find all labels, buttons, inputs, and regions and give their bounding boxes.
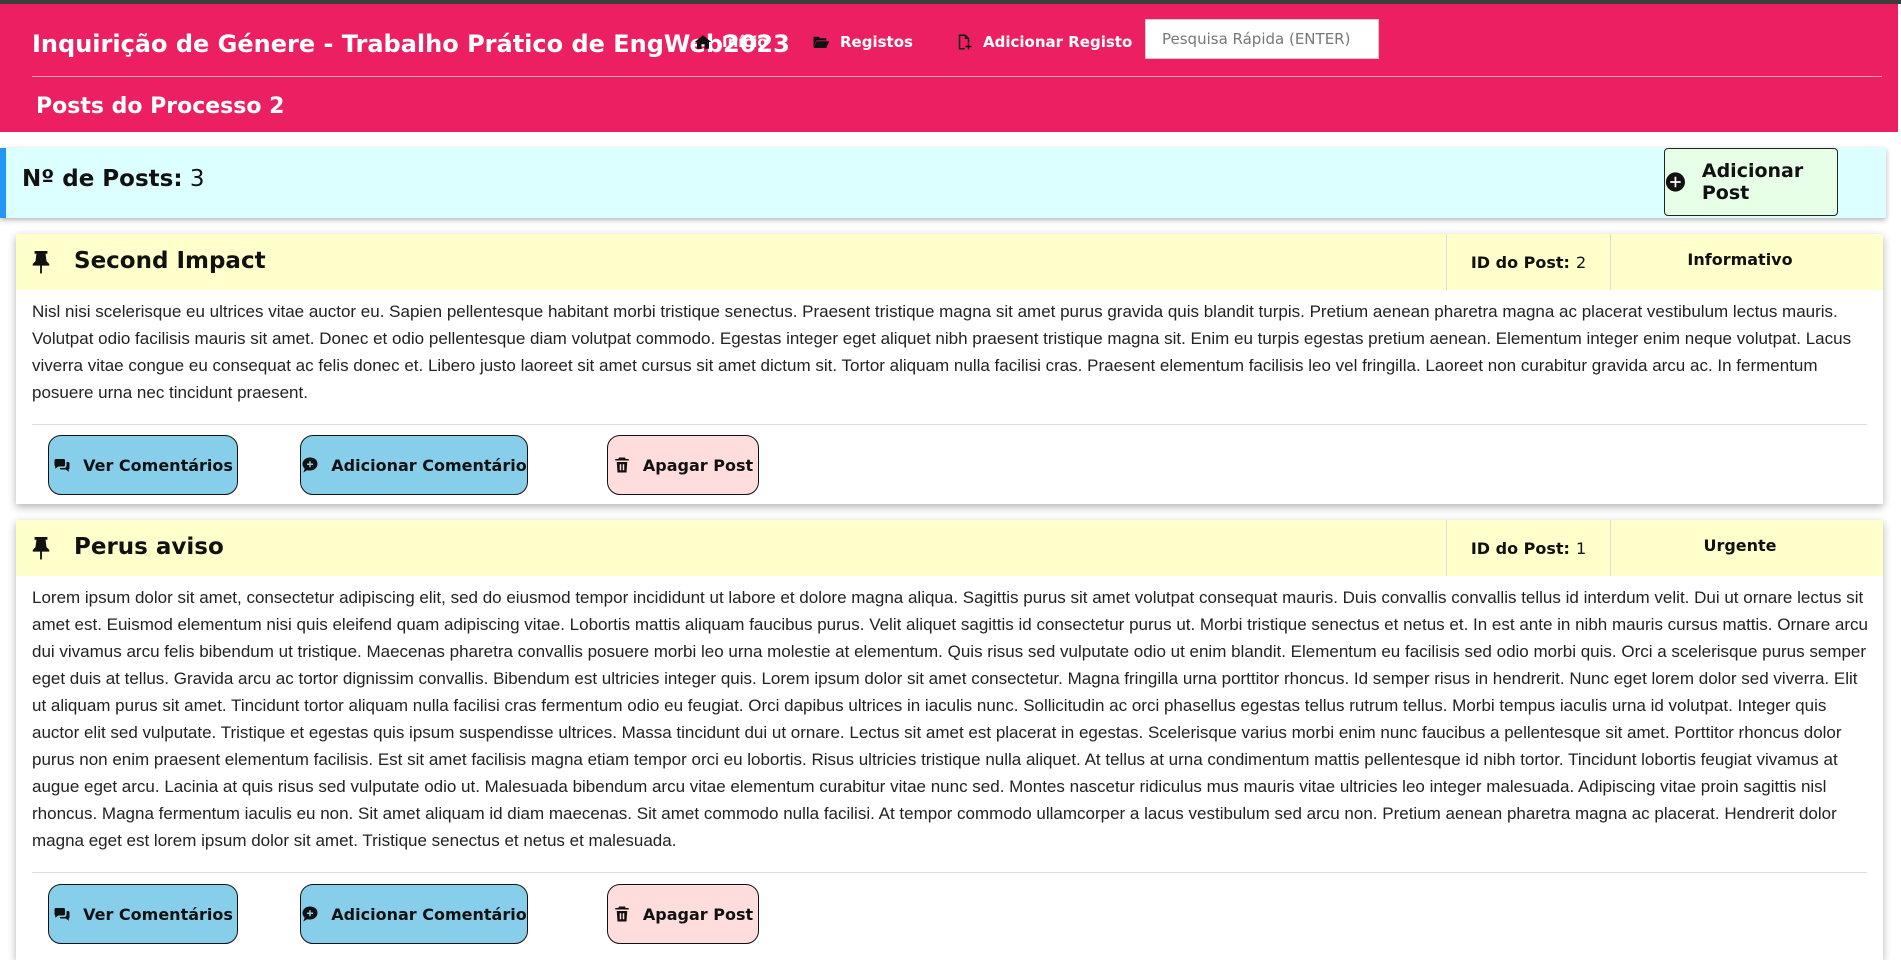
trash-icon (615, 906, 629, 922)
post-header: Perus aviso ID do Post: 1 Urgente (16, 520, 1883, 576)
post-card: Perus aviso ID do Post: 1 Urgente Lorem … (16, 520, 1883, 960)
quick-search-input[interactable] (1145, 19, 1379, 59)
navbar: Inquirição de Génere - Trabalho Prático … (0, 4, 1898, 132)
delete-post-label: Apagar Post (642, 904, 754, 924)
add-comment-label: Adicionar Comentário (331, 455, 527, 475)
comments-icon (54, 908, 70, 921)
pin-icon (32, 537, 50, 560)
delete-post-label: Apagar Post (642, 455, 754, 475)
comment-plus-icon (302, 457, 318, 473)
add-post-label: Adicionar Post (1701, 160, 1804, 204)
nav-link-adicionar-registo[interactable]: Adicionar Registo (955, 33, 1132, 51)
nav-link-label: Adicionar Registo (983, 33, 1133, 51)
post-divider (32, 872, 1867, 873)
nav-link-label: Registos (840, 33, 913, 51)
post-type: Informativo (1687, 250, 1793, 269)
post-divider (32, 424, 1867, 425)
post-card: Second Impact ID do Post: 2 Informativo … (16, 234, 1883, 504)
view-comments-label: Ver Comentários (83, 904, 233, 924)
post-count-label: Nº de Posts: (22, 166, 183, 192)
post-title: Perus aviso (74, 534, 224, 560)
post-type: Urgente (1703, 536, 1777, 555)
delete-post-button[interactable]: Apagar Post (607, 435, 759, 495)
add-post-button[interactable]: Adicionar Post (1664, 148, 1838, 216)
add-comment-button[interactable]: Adicionar Comentário (300, 884, 528, 944)
add-comment-button[interactable]: Adicionar Comentário (300, 435, 528, 495)
trash-icon (615, 457, 629, 473)
comments-icon (54, 459, 70, 472)
pin-icon (32, 251, 50, 274)
nav-link-inicio[interactable]: Início (694, 33, 768, 51)
post-id-label: ID do Post: (1470, 252, 1570, 272)
view-comments-button[interactable]: Ver Comentários (48, 435, 238, 495)
post-id: ID do Post: 2 (1446, 234, 1611, 290)
plus-circle-icon (1665, 172, 1686, 192)
post-count-bar: Nº de Posts: 3 (0, 148, 1886, 218)
post-body: Nisl nisi scelerisque eu ultrices vitae … (32, 302, 1852, 402)
post-id-value: 1 (1575, 538, 1587, 558)
post-count-value: 3 (189, 166, 205, 192)
post-count: Nº de Posts: 3 (22, 166, 204, 192)
post-id-label: ID do Post: (1470, 538, 1570, 558)
comment-plus-icon (302, 906, 318, 922)
add-comment-label: Adicionar Comentário (331, 904, 527, 924)
navbar-divider (32, 76, 1882, 77)
view-comments-button[interactable]: Ver Comentários (48, 884, 238, 944)
post-id: ID do Post: 1 (1446, 520, 1611, 576)
home-icon (694, 35, 712, 49)
brand-title[interactable]: Inquirição de Génere - Trabalho Prático … (32, 30, 790, 58)
view-comments-label: Ver Comentários (83, 455, 233, 475)
nav-link-registos[interactable]: Registos (812, 33, 913, 51)
page-subtitle: Posts do Processo 2 (36, 94, 285, 119)
delete-post-button[interactable]: Apagar Post (607, 884, 759, 944)
file-add-icon (958, 34, 972, 50)
post-body: Lorem ipsum dolor sit amet, consectetur … (32, 588, 1868, 850)
post-id-value: 2 (1575, 252, 1587, 272)
post-header: Second Impact ID do Post: 2 Informativo (16, 234, 1883, 290)
post-title: Second Impact (74, 248, 266, 274)
nav-link-label: Início (722, 33, 768, 51)
folder-open-icon (813, 36, 830, 48)
